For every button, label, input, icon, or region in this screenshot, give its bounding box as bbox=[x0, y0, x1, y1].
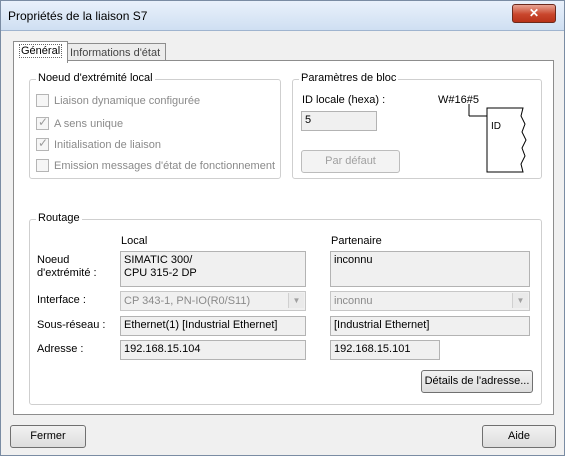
local-id-label: ID locale (hexa) : bbox=[302, 94, 386, 106]
checkbox-dynamic-connection[interactable]: Liaison dynamique configurée bbox=[36, 94, 200, 107]
checkbox-label: A sens unique bbox=[54, 117, 124, 130]
local-endpoint-field[interactable]: SIMATIC 300/ CPU 315-2 DP bbox=[120, 251, 306, 287]
local-endpoint-legend: Noeud d'extrémité local bbox=[36, 72, 155, 84]
checkbox-label: Liaison dynamique configurée bbox=[54, 94, 201, 107]
footer: Fermer Aide bbox=[1, 415, 564, 455]
partner-column-header: Partenaire bbox=[331, 235, 382, 247]
address-details-button[interactable]: Détails de l'adresse... bbox=[421, 370, 533, 393]
close-button[interactable]: ✕ bbox=[512, 4, 556, 23]
partner-interface-combo[interactable]: inconnu ▼ bbox=[330, 291, 530, 311]
tab-informations-etat-label: Informations d'état bbox=[70, 47, 161, 59]
partner-endpoint-field[interactable]: inconnu bbox=[330, 251, 530, 287]
close-dialog-label: Fermer bbox=[30, 430, 66, 442]
tab-general[interactable]: Général bbox=[13, 41, 69, 63]
close-dialog-button[interactable]: Fermer bbox=[10, 425, 86, 448]
chevron-down-icon: ▼ bbox=[288, 293, 304, 308]
local-endpoint-line2: CPU 315-2 DP bbox=[124, 267, 197, 279]
partner-subnet-field[interactable]: [Industrial Ethernet] bbox=[330, 316, 530, 336]
help-button[interactable]: Aide bbox=[482, 425, 556, 448]
partner-address-value: 192.168.15.101 bbox=[334, 343, 411, 355]
local-endpoint-line1: SIMATIC 300/ bbox=[124, 254, 193, 266]
title-bar[interactable]: Propriétés de la liaison S7 ✕ bbox=[1, 1, 564, 31]
partner-subnet-value: [Industrial Ethernet] bbox=[334, 319, 430, 331]
checkbox-box bbox=[36, 159, 49, 172]
checkbox-init-connection[interactable]: Initialisation de liaison bbox=[36, 136, 162, 151]
address-label: Adresse : bbox=[37, 343, 84, 355]
address-details-label: Détails de l'adresse... bbox=[424, 375, 530, 387]
local-id-value: 5 bbox=[305, 114, 312, 126]
default-button-label: Par défaut bbox=[325, 155, 376, 167]
default-button[interactable]: Par défaut bbox=[301, 150, 400, 173]
block-diagram-icon: ID bbox=[468, 104, 527, 173]
block-parameters-legend: Paramètres de bloc bbox=[299, 72, 399, 84]
checkbox-box bbox=[36, 136, 49, 151]
local-id-field[interactable]: 5 bbox=[301, 111, 377, 131]
partner-address-field[interactable]: 192.168.15.101 bbox=[330, 340, 440, 360]
local-address-field[interactable]: 192.168.15.104 bbox=[120, 340, 306, 360]
checkbox-status-messages[interactable]: Emission messages d'état de fonctionneme… bbox=[36, 159, 275, 172]
local-subnet-field[interactable]: Ethernet(1) [Industrial Ethernet] bbox=[120, 316, 306, 336]
block-id-text: ID bbox=[491, 121, 501, 132]
routing-legend: Routage bbox=[36, 212, 82, 224]
local-interface-combo[interactable]: CP 343-1, PN-IO(R0/S11) ▼ bbox=[120, 291, 306, 311]
tab-general-label: Général bbox=[19, 44, 63, 58]
checkbox-label: Initialisation de liaison bbox=[54, 138, 162, 151]
local-endpoint-group: Noeud d'extrémité local Liaison dynamiqu… bbox=[29, 72, 281, 179]
chevron-down-icon: ▼ bbox=[512, 293, 528, 308]
local-subnet-value: Ethernet(1) [Industrial Ethernet] bbox=[124, 319, 278, 331]
partner-interface-value: inconnu bbox=[334, 295, 373, 307]
checkbox-label: Emission messages d'état de fonctionneme… bbox=[54, 159, 275, 172]
local-column-header: Local bbox=[121, 235, 148, 247]
interface-label: Interface : bbox=[37, 294, 86, 306]
dialog-window: Propriétés de la liaison S7 ✕ Général In… bbox=[0, 0, 565, 456]
help-label: Aide bbox=[507, 430, 531, 442]
block-parameters-group: Paramètres de bloc ID locale (hexa) : W#… bbox=[292, 72, 542, 179]
tab-panel: Noeud d'extrémité local Liaison dynamiqu… bbox=[13, 60, 554, 415]
endpoint-label: Noeud d'extrémité : bbox=[37, 254, 97, 279]
window-title: Propriétés de la liaison S7 bbox=[8, 9, 148, 23]
checkbox-box bbox=[36, 115, 49, 130]
subnet-label: Sous-réseau : bbox=[37, 319, 106, 331]
partner-endpoint-value: inconnu bbox=[334, 254, 373, 266]
routing-group: Routage Local Partenaire Noeud d'extrémi… bbox=[29, 212, 542, 405]
checkbox-one-way[interactable]: A sens unique bbox=[36, 115, 124, 130]
local-address-value: 192.168.15.104 bbox=[124, 343, 201, 355]
close-icon: ✕ bbox=[528, 6, 540, 20]
local-interface-value: CP 343-1, PN-IO(R0/S11) bbox=[124, 295, 251, 307]
checkbox-box bbox=[36, 94, 49, 107]
